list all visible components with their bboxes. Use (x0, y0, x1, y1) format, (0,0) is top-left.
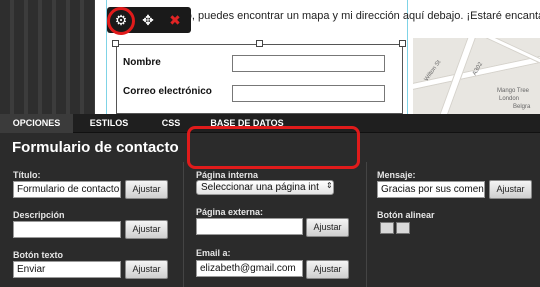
email-label: Email a: (196, 248, 231, 258)
map-label: Belgra (513, 104, 531, 110)
resize-handle[interactable] (399, 40, 406, 47)
close-icon[interactable]: ✖ (165, 10, 185, 30)
boton-texto-input[interactable]: Enviar (13, 261, 121, 278)
map-widget[interactable]: Wilton St A302 Mango Tree London Belgra (413, 38, 540, 114)
highlight-circle (107, 7, 135, 35)
mensaje-ajustar-button[interactable]: Ajustar (489, 180, 532, 199)
form-name-field[interactable] (232, 55, 385, 72)
resize-handle[interactable] (112, 40, 119, 47)
map-label: London (499, 96, 520, 102)
email-input[interactable]: elizabeth@gmail.com (196, 260, 303, 277)
descripcion-input[interactable] (13, 221, 121, 238)
select-arrows-icon: ⇕ (326, 181, 333, 190)
tab-estilos[interactable]: ESTILOS (76, 114, 142, 133)
editor-canvas: visitar mi estudio, puedes encontrar un … (0, 0, 540, 114)
boton-texto-label: Botón texto (13, 250, 63, 260)
pagina-externa-ajustar-button[interactable]: Ajustar (306, 218, 349, 237)
pagina-interna-selected: Seleccionar una página int (201, 182, 319, 193)
mensaje-input[interactable]: Gracias por sus coment (377, 181, 485, 198)
tab-opciones[interactable]: OPCIONES (0, 114, 73, 133)
pagina-interna-select[interactable]: Seleccionar una página int (196, 180, 334, 195)
column-divider (366, 162, 367, 287)
boton-texto-ajustar-button[interactable]: Ajustar (125, 260, 168, 279)
pagina-interna-label: Página interna (196, 170, 259, 180)
boton-alinear-label: Botón alinear (377, 210, 435, 220)
form-email-field[interactable] (232, 85, 385, 102)
mensaje-label: Mensaje: (377, 170, 416, 180)
descripcion-label: Descripción (13, 210, 65, 220)
resize-handle[interactable] (256, 40, 263, 47)
titulo-label: Título: (13, 170, 41, 180)
contact-form-widget[interactable]: Nombre Correo electrónico (116, 44, 403, 114)
column-divider (183, 162, 184, 287)
align-left-icon[interactable] (380, 222, 394, 234)
move-icon[interactable]: ✥ (138, 10, 158, 30)
pagina-externa-label: Página externa: (196, 207, 264, 217)
form-label-email: Correo electrónico (123, 86, 212, 97)
email-ajustar-button[interactable]: Ajustar (306, 260, 349, 279)
titulo-input[interactable]: Formulario de contacto (13, 181, 121, 198)
background-stripes (0, 0, 95, 114)
pagina-externa-input[interactable] (196, 218, 303, 235)
descripcion-ajustar-button[interactable]: Ajustar (125, 220, 168, 239)
email-highlight-outline (187, 126, 360, 169)
form-label-name: Nombre (123, 57, 161, 68)
align-right-icon[interactable] (396, 222, 410, 234)
panel-title: Formulario de contacto (12, 139, 179, 156)
map-label: Mango Tree (497, 88, 530, 94)
titulo-ajustar-button[interactable]: Ajustar (125, 180, 168, 199)
